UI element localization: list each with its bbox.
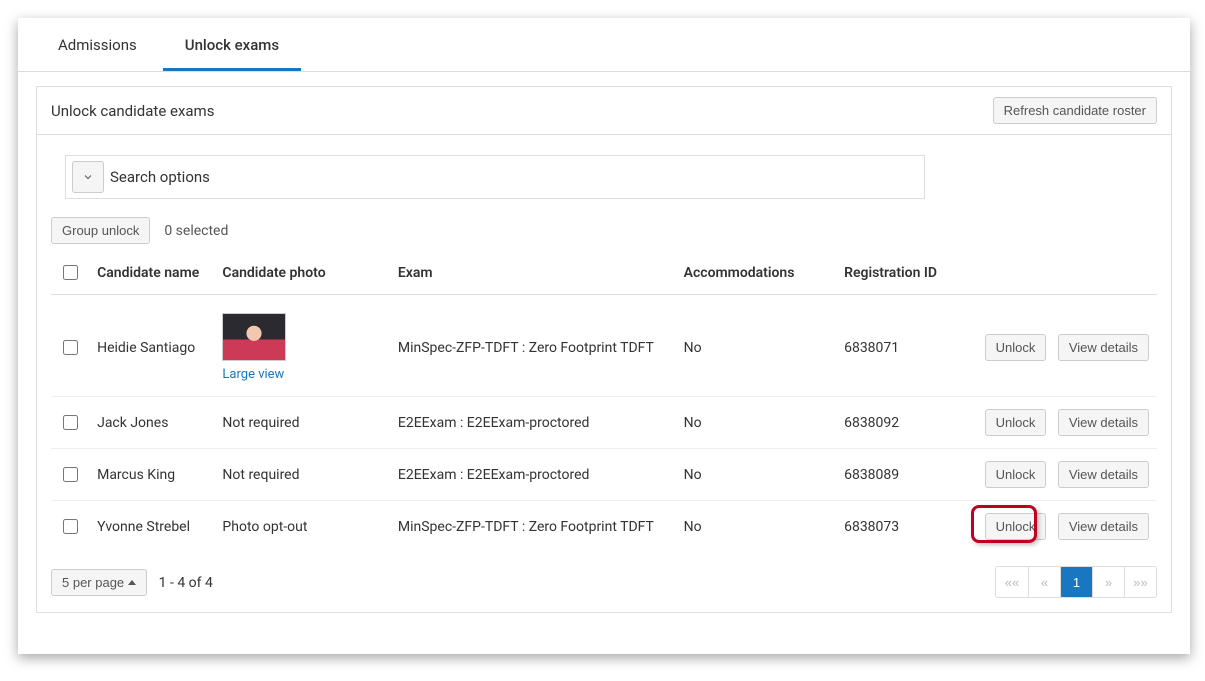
pager-prev[interactable]: « (1028, 567, 1060, 597)
unlock-exams-panel: Unlock candidate exams Refresh candidate… (36, 86, 1172, 613)
candidate-name: Marcus King (89, 449, 214, 501)
candidate-photo-cell: Not required (214, 449, 389, 501)
select-all-checkbox[interactable] (63, 265, 78, 280)
candidate-photo-thumb (222, 313, 286, 361)
group-unlock-button[interactable]: Group unlock (51, 217, 150, 244)
col-header-accommodations: Accommodations (676, 252, 836, 295)
search-options-label: Search options (110, 168, 210, 186)
accommodations-cell: No (676, 397, 836, 449)
exam-cell: MinSpec-ZFP-TDFT : Zero Footprint TDFT (390, 295, 676, 397)
toolbar: Group unlock 0 selected (51, 217, 1157, 244)
candidate-photo-cell: Large view (214, 295, 389, 397)
candidate-photo-cell: Photo opt-out (214, 501, 389, 553)
row-checkbox[interactable] (63, 340, 78, 355)
exam-cell: MinSpec-ZFP-TDFT : Zero Footprint TDFT (390, 501, 676, 553)
accommodations-cell: No (676, 295, 836, 397)
col-header-photo: Candidate photo (214, 252, 389, 295)
col-header-name: Candidate name (89, 252, 214, 295)
view-details-button[interactable]: View details (1058, 513, 1149, 540)
candidates-table: Candidate name Candidate photo Exam Acco… (51, 252, 1157, 552)
col-header-actions (956, 252, 1157, 295)
exam-cell: E2EExam : E2EExam-proctored (390, 449, 676, 501)
unlock-button[interactable]: Unlock (985, 409, 1047, 436)
tabs-bar: Admissions Unlock exams (18, 18, 1190, 72)
unlock-button[interactable]: Unlock (985, 513, 1047, 540)
actions-cell: Unlock View details (956, 295, 1157, 397)
table-footer: 5 per page 1 - 4 of 4 «« « 1 » »» (51, 566, 1157, 598)
per-page-dropdown[interactable]: 5 per page (51, 569, 147, 596)
registration-id-cell: 6838073 (836, 501, 956, 553)
accommodations-cell: No (676, 449, 836, 501)
pager-next[interactable]: » (1092, 567, 1124, 597)
table-row: Yvonne Strebel Photo opt-out MinSpec-ZFP… (51, 501, 1157, 553)
unlock-button[interactable]: Unlock (985, 461, 1047, 488)
candidate-photo-cell: Not required (214, 397, 389, 449)
view-details-button[interactable]: View details (1058, 461, 1149, 488)
header-checkbox-cell (51, 252, 89, 295)
view-details-button[interactable]: View details (1058, 334, 1149, 361)
table-row: Marcus King Not required E2EExam : E2EEx… (51, 449, 1157, 501)
pager: «« « 1 » »» (995, 566, 1157, 598)
triangle-up-icon (128, 580, 136, 585)
pager-last[interactable]: »» (1124, 567, 1156, 597)
panel-title: Unlock candidate exams (51, 102, 214, 120)
pager-page-1[interactable]: 1 (1060, 567, 1092, 597)
registration-id-cell: 6838089 (836, 449, 956, 501)
actions-cell: Unlock View details (956, 397, 1157, 449)
actions-cell: Unlock View details (956, 449, 1157, 501)
col-header-exam: Exam (390, 252, 676, 295)
col-header-registration-id: Registration ID (836, 252, 956, 295)
candidate-name: Heidie Santiago (89, 295, 214, 397)
refresh-roster-button[interactable]: Refresh candidate roster (993, 97, 1157, 124)
range-text: 1 - 4 of 4 (159, 575, 213, 591)
search-options-accordion[interactable]: Search options (65, 155, 925, 199)
tab-admissions[interactable]: Admissions (36, 20, 159, 71)
row-checkbox[interactable] (63, 467, 78, 482)
exam-cell: E2EExam : E2EExam-proctored (390, 397, 676, 449)
pager-first[interactable]: «« (996, 567, 1028, 597)
view-details-button[interactable]: View details (1058, 409, 1149, 436)
per-page-label: 5 per page (62, 575, 124, 590)
tab-unlock-exams[interactable]: Unlock exams (163, 20, 301, 71)
selected-count: 0 selected (164, 223, 228, 239)
candidate-name: Yvonne Strebel (89, 501, 214, 553)
row-checkbox[interactable] (63, 519, 78, 534)
row-checkbox[interactable] (63, 415, 78, 430)
registration-id-cell: 6838071 (836, 295, 956, 397)
candidate-name: Jack Jones (89, 397, 214, 449)
table-row: Jack Jones Not required E2EExam : E2EExa… (51, 397, 1157, 449)
unlock-button[interactable]: Unlock (985, 334, 1047, 361)
panel-header: Unlock candidate exams Refresh candidate… (37, 87, 1171, 135)
large-view-link[interactable]: Large view (222, 367, 284, 382)
accommodations-cell: No (676, 501, 836, 553)
registration-id-cell: 6838092 (836, 397, 956, 449)
actions-cell: Unlock View details (956, 501, 1157, 553)
chevron-down-icon[interactable] (72, 161, 104, 193)
table-row: Heidie Santiago Large view MinSpec-ZFP-T… (51, 295, 1157, 397)
